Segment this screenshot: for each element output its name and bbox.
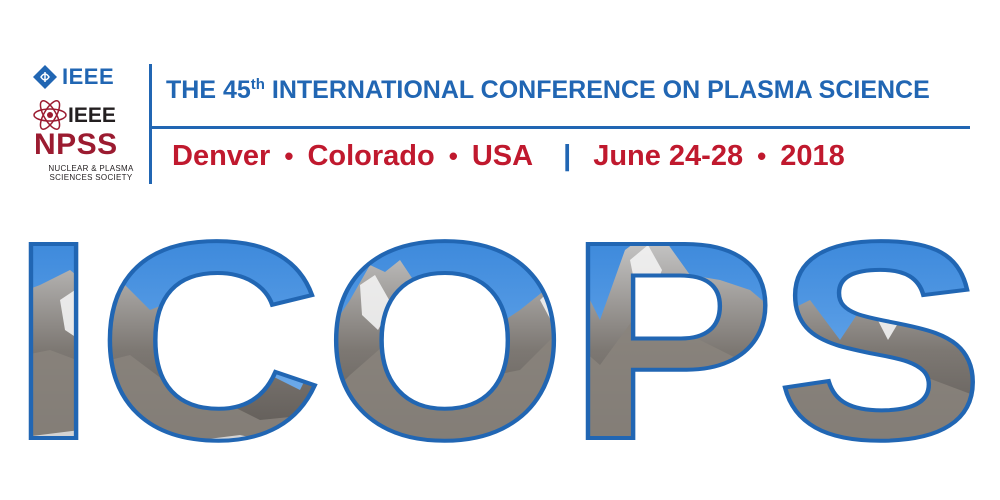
ieee-diamond-icon — [33, 65, 57, 89]
city: Denver — [172, 140, 271, 172]
state: Colorado — [307, 140, 435, 172]
icops-banner: ICOPS ICOPS — [8, 190, 987, 490]
atom-icon — [33, 100, 67, 130]
ieee-logo: IEEE — [32, 64, 114, 90]
separator-dot: • — [757, 141, 767, 171]
event-details: Denver • Colorado • USA | June 24-28 • 2… — [172, 140, 845, 173]
separator-dot: • — [448, 141, 458, 171]
npss-subtitle: NUCLEAR & PLASMA SCIENCES SOCIETY — [36, 164, 146, 182]
separator-bar: | — [563, 140, 572, 172]
conference-title: THE 45th INTERNATIONAL CONFERENCE ON PLA… — [166, 76, 930, 105]
year: 2018 — [780, 140, 845, 172]
title-ordinal: th — [250, 76, 265, 93]
title-prefix: THE 45 — [166, 76, 251, 104]
npss-name: NPSS — [34, 128, 118, 161]
country: USA — [471, 140, 534, 172]
logo-area: IEEE IEEE NPSS NUCLEAR & PLASMA SCIENCES… — [0, 0, 150, 210]
npss-subtitle-line: NUCLEAR & PLASMA — [48, 164, 134, 173]
npss-ieee-text: IEEE — [68, 104, 116, 127]
separator-dot: • — [284, 141, 294, 171]
npss-logo: IEEE NPSS NUCLEAR & PLASMA SCIENCES SOCI… — [32, 96, 147, 186]
ieee-logo-text: IEEE — [62, 64, 115, 89]
vertical-divider — [149, 64, 152, 184]
title-rest: INTERNATIONAL CONFERENCE ON PLASMA SCIEN… — [264, 76, 930, 104]
horizontal-divider — [152, 126, 970, 129]
npss-subtitle-line: SCIENCES SOCIETY — [49, 173, 133, 182]
icops-word: ICOPS — [10, 190, 985, 490]
dates: June 24-28 — [593, 140, 744, 172]
